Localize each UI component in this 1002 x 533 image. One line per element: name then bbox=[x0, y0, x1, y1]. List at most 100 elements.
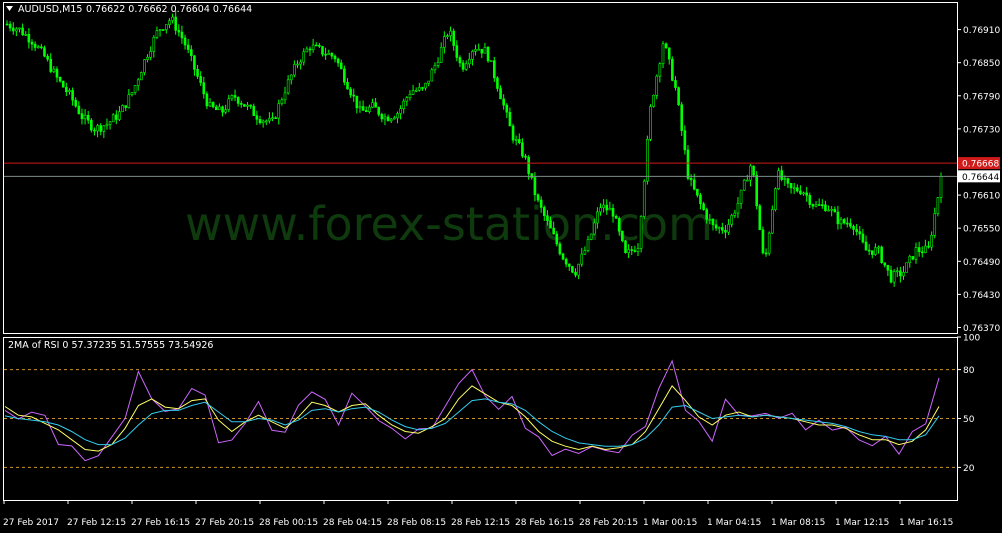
candle-body bbox=[605, 204, 609, 211]
candle-body bbox=[252, 105, 256, 116]
candle-body bbox=[418, 87, 421, 91]
candle-body bbox=[577, 263, 580, 276]
candle-body bbox=[158, 29, 162, 32]
candle-body bbox=[427, 80, 431, 84]
candle-body bbox=[733, 212, 737, 216]
candle-body bbox=[580, 253, 584, 265]
candle-body bbox=[318, 44, 321, 47]
candle-body bbox=[561, 253, 565, 260]
candle-body bbox=[542, 207, 546, 216]
candle-body bbox=[43, 47, 46, 57]
candle-body bbox=[115, 114, 118, 120]
candle-body bbox=[652, 94, 655, 107]
candle-body bbox=[739, 189, 743, 204]
candle-body bbox=[258, 119, 262, 124]
candle-body bbox=[661, 43, 665, 65]
candle-body bbox=[102, 125, 106, 132]
candle-body bbox=[230, 95, 234, 100]
candle-body bbox=[461, 62, 465, 70]
candle-body bbox=[83, 114, 87, 120]
candle-body bbox=[121, 105, 124, 113]
candle-body bbox=[133, 85, 137, 93]
candle-body bbox=[424, 82, 427, 89]
candle-body bbox=[583, 250, 587, 255]
candle-body bbox=[711, 218, 715, 226]
candle-body bbox=[827, 209, 830, 212]
candle-body bbox=[296, 63, 299, 66]
candle-body bbox=[864, 241, 868, 251]
candle-body bbox=[205, 93, 209, 107]
candle-body bbox=[836, 211, 840, 225]
candle-body bbox=[683, 130, 687, 151]
candle-body bbox=[780, 170, 783, 180]
candle-body bbox=[118, 111, 121, 120]
time-tick-label: 28 Feb 12:15 bbox=[451, 518, 510, 528]
candle-body bbox=[820, 204, 824, 206]
candle-body bbox=[74, 99, 78, 107]
candle-body bbox=[493, 60, 496, 79]
candle-body bbox=[161, 29, 165, 31]
candle-body bbox=[702, 203, 705, 210]
candle-body bbox=[61, 80, 65, 88]
candle-body bbox=[920, 251, 924, 254]
candle-body bbox=[271, 117, 274, 120]
candle-body bbox=[814, 204, 818, 207]
candle-body bbox=[243, 104, 246, 107]
candle-body bbox=[171, 16, 174, 21]
candle-body bbox=[146, 56, 149, 60]
indicator-tick-label: 50 bbox=[963, 415, 975, 425]
candle-body bbox=[127, 94, 131, 108]
candle-body bbox=[293, 64, 296, 76]
candle-body bbox=[674, 80, 677, 88]
candle-body bbox=[552, 227, 555, 235]
candle-body bbox=[361, 106, 365, 111]
candle-body bbox=[46, 55, 49, 60]
candle-body bbox=[52, 68, 56, 72]
candle-body bbox=[399, 108, 402, 114]
candle-body bbox=[261, 120, 265, 124]
candle-body bbox=[111, 114, 115, 123]
candle-body bbox=[124, 105, 128, 108]
candle-body bbox=[80, 113, 84, 120]
candle-body bbox=[546, 215, 549, 221]
candle-body bbox=[174, 16, 177, 31]
price-badges: 0.76668 0.76644 bbox=[958, 157, 1000, 183]
candle-body bbox=[855, 229, 858, 232]
candle-body bbox=[717, 227, 721, 229]
candle-body bbox=[771, 209, 774, 234]
candle-body bbox=[924, 245, 927, 253]
candle-body bbox=[436, 62, 440, 66]
candle-body bbox=[77, 105, 81, 114]
candle-body bbox=[508, 111, 512, 127]
candle-body bbox=[714, 224, 718, 229]
time-tick-label: 1 Mar 12:15 bbox=[835, 518, 889, 528]
candle-body bbox=[140, 72, 143, 81]
candle-body bbox=[842, 219, 846, 224]
candle-body bbox=[446, 35, 449, 38]
chart-canvas[interactable]: www.forex-station.com 0.76910 0.76850 0.76… bbox=[0, 0, 1002, 533]
candle-body bbox=[177, 30, 181, 33]
candle-body bbox=[536, 194, 540, 201]
candle-body bbox=[627, 249, 630, 254]
bid-badge-label: 0.76644 bbox=[962, 173, 999, 183]
candle-body bbox=[21, 27, 24, 36]
dropdown-icon[interactable] bbox=[6, 6, 13, 11]
candle-body bbox=[152, 37, 156, 52]
candle-body bbox=[858, 231, 862, 235]
candle-body bbox=[343, 68, 346, 83]
candle-body bbox=[655, 75, 659, 96]
candle-body bbox=[196, 69, 199, 77]
candle-body bbox=[602, 204, 605, 208]
price-tick-label: 0.76730 bbox=[963, 125, 1000, 135]
candle-body bbox=[667, 47, 671, 60]
candle-body bbox=[386, 116, 390, 122]
candle-body bbox=[505, 104, 509, 113]
candle-body bbox=[352, 94, 356, 97]
candle-body bbox=[483, 46, 487, 54]
candle-body bbox=[614, 215, 618, 219]
chart-window[interactable]: www.forex-station.com 0.76910 0.76850 0.76… bbox=[0, 0, 1002, 533]
candle-body bbox=[314, 44, 318, 47]
candle-body bbox=[143, 59, 146, 73]
candle-body bbox=[346, 81, 349, 90]
candle-body bbox=[927, 245, 930, 248]
